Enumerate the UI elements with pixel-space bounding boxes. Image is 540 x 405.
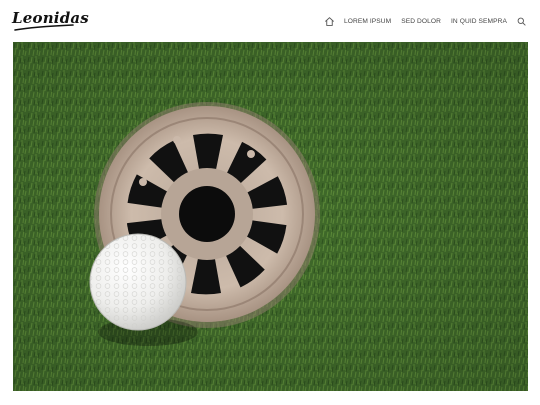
search-icon[interactable] (517, 17, 526, 26)
hero-illustration (13, 42, 528, 391)
nav-link-lorem-ipsum[interactable]: LOREM IPSUM (344, 18, 391, 25)
hero-image (13, 42, 528, 391)
main-nav: LOREM IPSUM SED DOLOR IN QUID SEMPRA (324, 14, 526, 28)
site-logo[interactable]: Leonidas (12, 9, 89, 33)
site-header: Leonidas LOREM IPSUM SED DOLOR IN QUID S… (0, 0, 540, 42)
home-icon[interactable] (324, 16, 335, 27)
logo-swoosh (14, 24, 74, 31)
nav-link-sed-dolor[interactable]: SED DOLOR (401, 18, 441, 25)
nav-link-in-quid-sempra[interactable]: IN QUID SEMPRA (451, 18, 507, 25)
